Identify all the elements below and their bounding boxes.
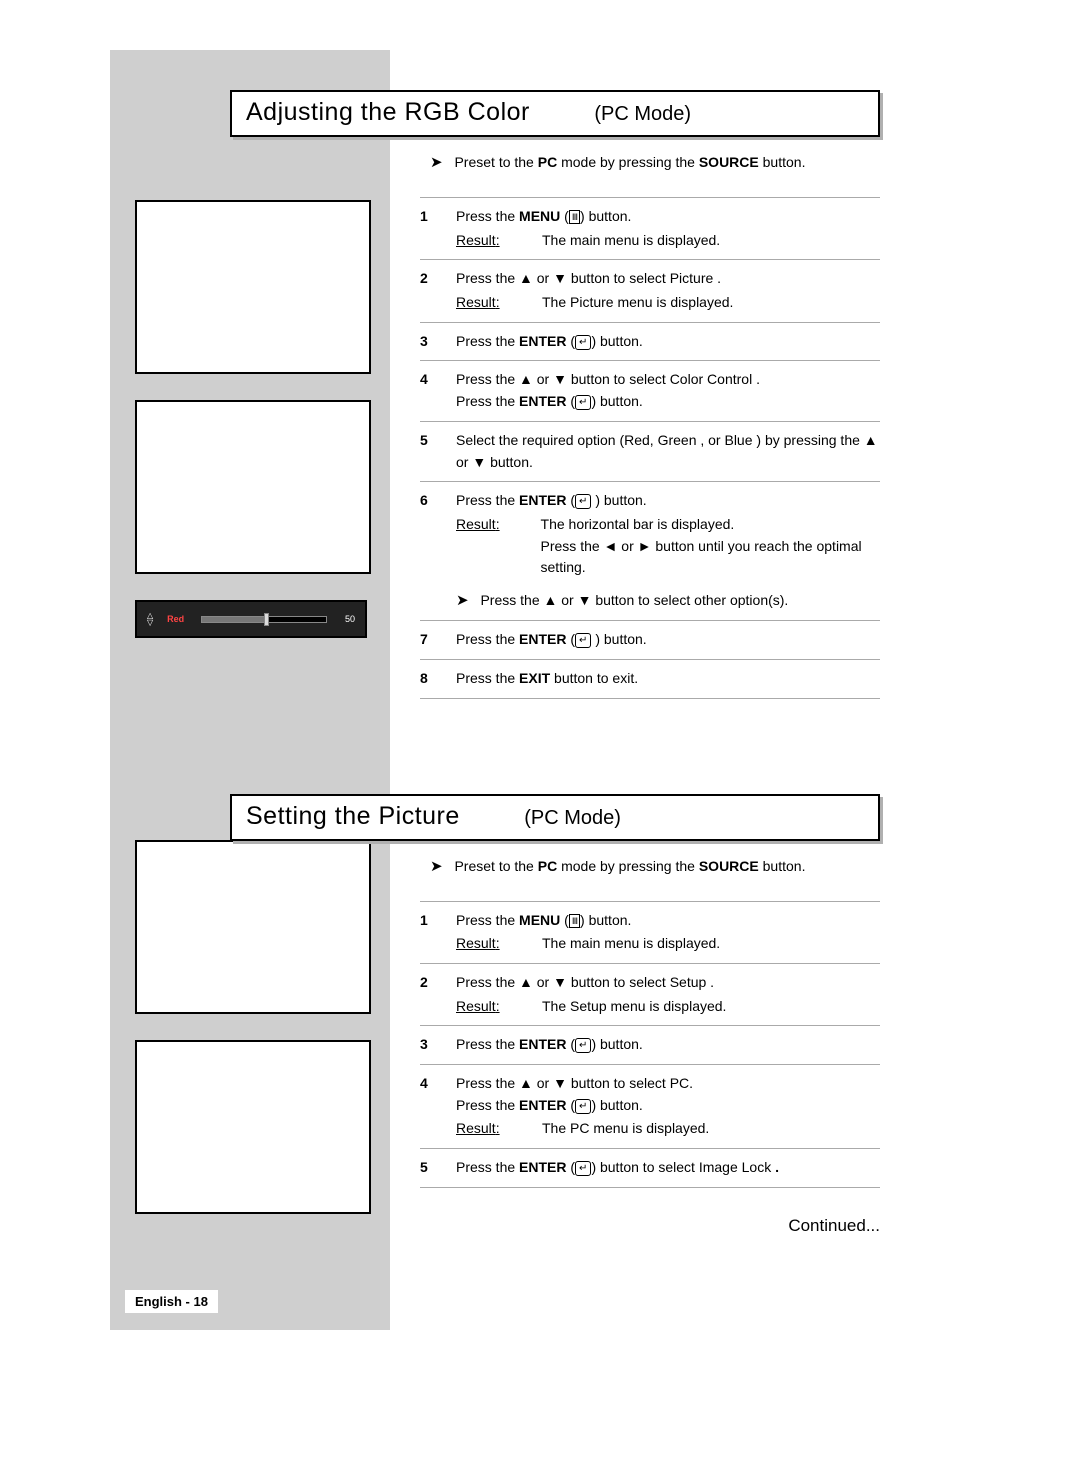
continued-label: Continued... (420, 1216, 880, 1236)
section2-mode: (PC Mode) (524, 807, 621, 830)
intro-pc: PC (538, 154, 557, 170)
result-text: The PC menu is displayed. (542, 1120, 709, 1136)
result-text: The Setup menu is displayed. (542, 998, 726, 1014)
content-area: Adjusting the RGB Color (PC Mode) ➤ Pres… (230, 90, 880, 1236)
step-row: 2 Press the ▲ or ▼ button to select Setu… (420, 963, 880, 1025)
step-body: Press the MENU (Ⅲ) button. ResultThe mai… (456, 206, 880, 251)
rule (420, 698, 880, 699)
step-body: Press the EXIT button to exit. (456, 668, 880, 690)
step-body: Press the ▲ or ▼ button to select PC. Pr… (456, 1073, 880, 1140)
result-label: Result (456, 292, 524, 314)
result-text: The Picture menu is displayed. (542, 294, 733, 310)
intro-source: SOURCE (699, 858, 759, 874)
result-label: Result (456, 514, 524, 579)
step-row: 8 Press the EXIT button to exit. (420, 659, 880, 698)
step-number: 4 (420, 1073, 456, 1140)
step-body: Press the ENTER (↵) button. (456, 331, 880, 353)
step-body: Press the ▲ or ▼ button to select Pictur… (456, 268, 880, 313)
step-body: Press the ENTER (↵ ) button. (456, 629, 880, 651)
step-body: Press the ENTER (↵ ) button. Result The … (456, 490, 880, 612)
nav-arrows-icon: △▽ (147, 612, 153, 626)
step-row: 2 Press the ▲ or ▼ button to select Pict… (420, 259, 880, 321)
intro-text: mode by pressing the (557, 858, 699, 874)
step-row: 4 Press the ▲ or ▼ button to select Colo… (420, 360, 880, 420)
step-body: Press the ENTER (↵) button to select Ima… (456, 1157, 880, 1179)
section1-mode: (PC Mode) (594, 103, 691, 126)
enter-icon: ↵ (575, 633, 591, 648)
step-row: 5 Select the required option (Red, Green… (420, 421, 880, 481)
page-number: English - 18 (125, 1290, 218, 1313)
section2-title: Setting the Picture (246, 802, 460, 831)
step-number: 8 (420, 668, 456, 690)
step-row: 3 Press the ENTER (↵) button. (420, 322, 880, 361)
result-text: The main menu is displayed. (542, 232, 720, 248)
section2-intro: ➤ Preset to the PC mode by pressing the … (430, 857, 880, 875)
step-number: 4 (420, 369, 456, 412)
step-row: 4 Press the ▲ or ▼ button to select PC. … (420, 1064, 880, 1148)
pointer-icon: ➤ (430, 857, 443, 875)
step-body: Press the ▲ or ▼ button to select Setup … (456, 972, 880, 1017)
section2-steps: 1 Press the MENU (Ⅲ) button. ResultThe m… (420, 901, 880, 1188)
step-number: 3 (420, 331, 456, 353)
result-label: Result (456, 933, 524, 955)
rule (420, 1187, 880, 1188)
step-body: Press the ▲ or ▼ button to select Color … (456, 369, 880, 412)
intro-text: button. (759, 154, 806, 170)
step-number: 1 (420, 206, 456, 251)
result-text: The main menu is displayed. (542, 935, 720, 951)
step-row: 7 Press the ENTER (↵ ) button. (420, 620, 880, 659)
step-number: 1 (420, 910, 456, 955)
result-label: Result (456, 230, 524, 252)
section2-title-box: Setting the Picture (PC Mode) (230, 794, 880, 841)
intro-text: Preset to the (454, 858, 537, 874)
menu-icon: Ⅲ (569, 210, 580, 224)
manual-page: △▽ Red 50 English - 18 Adjusting the RGB… (0, 0, 1080, 1473)
step-row: 1 Press the MENU (Ⅲ) button. ResultThe m… (420, 197, 880, 259)
step-number: 7 (420, 629, 456, 651)
pointer-icon: ➤ (430, 153, 443, 171)
step-number: 6 (420, 490, 456, 612)
step-row: 1 Press the MENU (Ⅲ) button. ResultThe m… (420, 901, 880, 963)
result-text: The horizontal bar is displayed. Press t… (541, 514, 880, 579)
step-number: 2 (420, 268, 456, 313)
step-number: 3 (420, 1034, 456, 1056)
result-label: Result (456, 1118, 524, 1140)
section1-steps: 1 Press the MENU (Ⅲ) button. ResultThe m… (420, 197, 880, 699)
step-number: 5 (420, 1157, 456, 1179)
result-label: Result (456, 996, 524, 1018)
enter-icon: ↵ (575, 494, 591, 509)
step-body: Select the required option (Red, Green ,… (456, 430, 880, 473)
step6-note: ➤ Press the ▲ or ▼ button to select othe… (456, 589, 880, 612)
section1-intro: ➤ Preset to the PC mode by pressing the … (430, 153, 880, 171)
enter-icon: ↵ (575, 1161, 591, 1176)
enter-icon: ↵ (575, 1038, 591, 1053)
step-body: Press the ENTER (↵) button. (456, 1034, 880, 1056)
page-number-text: English - 18 (135, 1294, 208, 1309)
step-body: Press the MENU (Ⅲ) button. ResultThe mai… (456, 910, 880, 955)
intro-text: Preset to the (454, 154, 537, 170)
intro-text: mode by pressing the (557, 154, 699, 170)
enter-icon: ↵ (575, 1099, 591, 1114)
intro-text: button. (759, 858, 806, 874)
step-row: 3 Press the ENTER (↵) button. (420, 1025, 880, 1064)
step-row: 6 Press the ENTER (↵ ) button. Result Th… (420, 481, 880, 620)
step-row: 5 Press the ENTER (↵) button to select I… (420, 1148, 880, 1187)
section1-title: Adjusting the RGB Color (246, 98, 530, 127)
osd-color-label: Red (167, 614, 193, 624)
menu-icon: Ⅲ (569, 914, 580, 928)
enter-icon: ↵ (575, 335, 591, 350)
section1-title-box: Adjusting the RGB Color (PC Mode) (230, 90, 880, 137)
step-number: 5 (420, 430, 456, 473)
intro-source: SOURCE (699, 154, 759, 170)
pointer-icon: ➤ (456, 589, 469, 612)
step-number: 2 (420, 972, 456, 1017)
enter-icon: ↵ (575, 395, 591, 410)
intro-pc: PC (538, 858, 557, 874)
